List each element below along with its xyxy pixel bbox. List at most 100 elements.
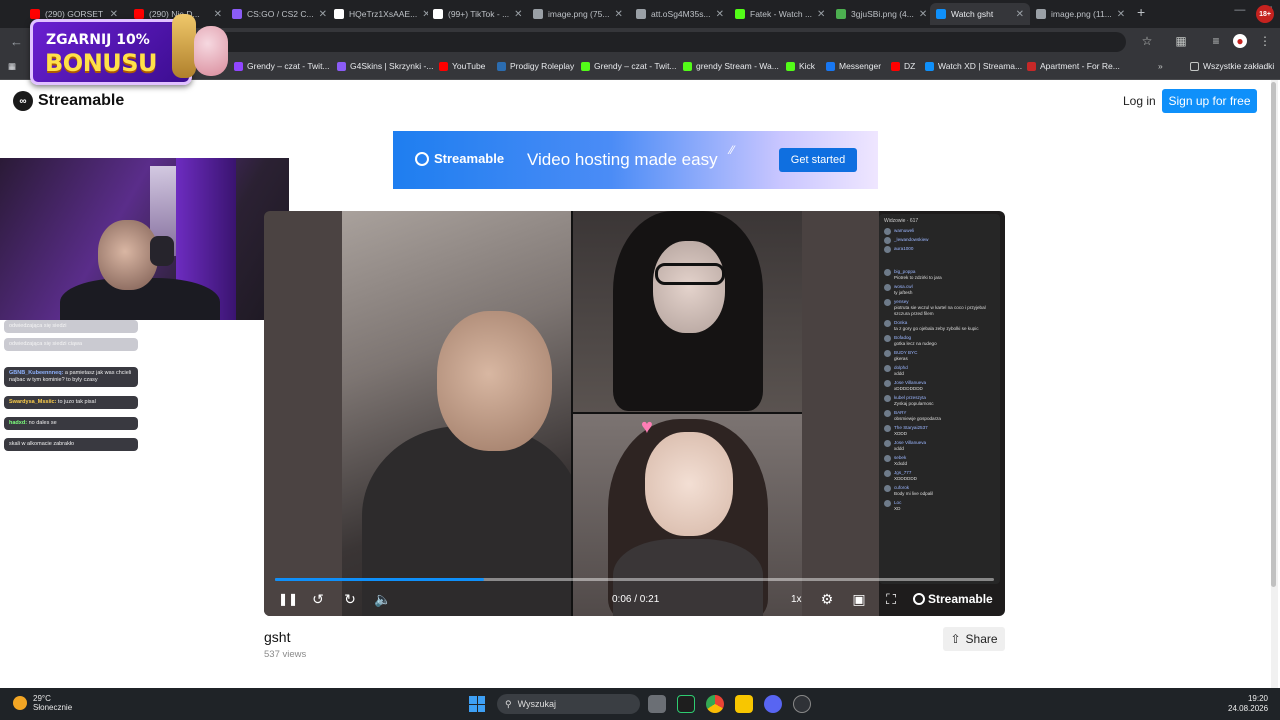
new-tab-button[interactable]: +	[1137, 4, 1145, 20]
video-letterbox-right	[802, 211, 879, 616]
video-panel-top-right	[573, 211, 802, 412]
forward-button[interactable]: ↻	[342, 591, 358, 607]
volume-button[interactable]: 🔈	[374, 591, 391, 607]
side-chat-message: wosa.cwl ty jaftesh	[884, 284, 995, 296]
bookmark-item[interactable]: G4Skins | Skrzynki -...	[337, 61, 433, 71]
playback-speed-button[interactable]: 1x	[791, 594, 802, 605]
promo-overlay[interactable]: ZGARNIJ 10% BONUSU	[30, 19, 192, 85]
extensions-icon[interactable]: ▦	[1174, 34, 1188, 48]
terminal-icon[interactable]	[677, 695, 695, 713]
settings-icon[interactable]: ⚙	[819, 591, 835, 607]
bookmark-item[interactable]: Kick	[786, 61, 815, 71]
close-icon[interactable]: ✕	[817, 9, 825, 20]
get-started-button[interactable]: Get started	[779, 148, 857, 172]
pip-icon[interactable]: ▣	[851, 591, 867, 607]
side-chat-text: gotka lecz na rudego	[894, 341, 937, 346]
bookmark-item[interactable]: DZ	[891, 61, 915, 71]
side-chat-message: BARY obsmiewje gospodarza	[884, 410, 995, 422]
bookmark-item[interactable]: Prodigy Roleplay	[497, 61, 574, 71]
login-link[interactable]: Log in	[1123, 94, 1156, 108]
side-chat-text: XDDD	[894, 431, 908, 436]
bookmark-favicon-icon	[497, 61, 506, 71]
profile-badge[interactable]: 18+	[1256, 5, 1274, 23]
streamable-logo-icon	[415, 151, 429, 166]
taskbar-clock[interactable]: 19:20 24.08.2026	[1228, 694, 1268, 714]
globe-icon	[1036, 9, 1046, 19]
progress-bar[interactable]	[275, 578, 994, 581]
sun-icon	[13, 696, 27, 710]
close-icon[interactable]: ✕	[919, 9, 927, 20]
minimize-icon[interactable]: —	[1234, 4, 1245, 16]
tab-label: CS:GO / CS2 C...	[247, 9, 314, 19]
close-icon[interactable]: ✕	[614, 9, 622, 20]
bookmark-item[interactable]: Apartment - For Re...	[1027, 61, 1120, 71]
side-chat-message: Jose Villanueva xddd	[884, 440, 995, 452]
discord-icon[interactable]	[764, 695, 782, 713]
bookmark-favicon-icon	[439, 61, 448, 71]
start-button[interactable]	[469, 696, 485, 712]
bookmark-item[interactable]: Grendy – czat - Twit...	[234, 61, 330, 71]
menu-icon[interactable]: ⋮	[1258, 34, 1272, 48]
tab[interactable]: Fatek - Watch ... ✕	[729, 3, 829, 25]
all-bookmarks[interactable]: Wszystkie zakładki	[1190, 61, 1274, 71]
share-button[interactable]: ⇧ Share	[943, 627, 1005, 651]
tab[interactable]: Watch gsht ✕	[930, 3, 1030, 25]
address-bar[interactable]	[196, 32, 1126, 52]
side-chat-message: cuforok Body mi live odpalil	[884, 485, 995, 497]
page-scrollbar[interactable]	[1271, 80, 1278, 688]
close-icon[interactable]: ✕	[1117, 9, 1125, 20]
tab[interactable]: image.png (75... ✕	[527, 3, 627, 25]
bookmark-label: DZ	[904, 61, 916, 71]
bookmark-item[interactable]: Messenger	[826, 61, 881, 71]
bookmark-label: Grendy – czat - Twit...	[247, 61, 330, 71]
weather-widget[interactable]: 29°C Słonecznie	[13, 694, 72, 712]
tab[interactable]: CS:GO / CS2 C... ✕	[226, 3, 326, 25]
tab[interactable]: 3gjuSBi.png (4... ✕	[830, 3, 930, 25]
bookmark-item[interactable]: Grendy – czat - Twit...	[581, 61, 677, 71]
chat-text: no dales se	[28, 420, 57, 426]
media-icon[interactable]: ≡	[1209, 34, 1223, 48]
close-icon[interactable]: ✕	[716, 9, 724, 20]
rewind-button[interactable]: ↺	[310, 591, 326, 607]
close-icon[interactable]: ✕	[514, 9, 522, 20]
star-icon[interactable]: ☆	[1140, 34, 1154, 48]
signup-button[interactable]: Sign up for free	[1162, 89, 1257, 113]
taskbar-search[interactable]: ⚲ Wyszukaj	[497, 694, 640, 714]
back-icon[interactable]: ←	[10, 34, 23, 49]
file-explorer-icon[interactable]	[735, 695, 753, 713]
close-icon[interactable]: ✕	[110, 9, 118, 20]
streamable-logo[interactable]: ∞ Streamable	[13, 91, 124, 111]
side-chat-text: gkeras	[894, 356, 908, 361]
clock-date: 24.08.2026	[1228, 704, 1269, 713]
app-icon[interactable]	[793, 695, 811, 713]
tab[interactable]: HQeTrz1XsAAE... ✕	[328, 3, 428, 25]
promo-banner[interactable]: Streamable Video hosting made easy ⁄⁄ Ge…	[393, 131, 878, 189]
tab-label: att.oSg4M35s...	[651, 9, 711, 19]
tab-label: 3gjuSBi.png (4...	[851, 9, 914, 19]
chrome-icon[interactable]	[706, 695, 724, 713]
image-icon	[836, 9, 846, 19]
tab[interactable]: att.oSg4M35s... ✕	[630, 3, 730, 25]
more-bookmarks-icon[interactable]: »	[1158, 61, 1163, 71]
avatar[interactable]: ●	[1233, 34, 1247, 48]
tab[interactable]: (99+) TikTok - ... ✕	[427, 3, 527, 25]
video-person-face	[437, 311, 552, 451]
fullscreen-icon[interactable]: ⛶	[883, 591, 899, 607]
bookmark-item[interactable]: Watch XD | Streama...	[925, 61, 1022, 71]
bookmark-item[interactable]: YouTube	[439, 61, 485, 71]
chat-text: skali w alkomacie zabrakło	[9, 441, 75, 447]
tab[interactable]: image.png (11... ✕	[1030, 3, 1130, 25]
side-chat-text: xddd	[894, 371, 904, 376]
bookmark-item[interactable]: grendy Stream - Wa...	[683, 61, 779, 71]
close-icon[interactable]: ✕	[1016, 9, 1024, 20]
pause-button[interactable]: ❚❚	[278, 591, 298, 607]
video-player[interactable]: ♥ Widzowie · 617 wamuweli _lewandowskiew a…	[264, 211, 1005, 616]
bookmark-favicon-icon	[925, 61, 934, 71]
close-icon[interactable]: ✕	[214, 9, 222, 20]
close-icon[interactable]: ✕	[319, 9, 326, 20]
scrollbar-thumb[interactable]	[1271, 82, 1276, 587]
side-chat-message: Bofadog gotka lecz na rudego	[884, 335, 995, 347]
player-brand[interactable]: Streamable	[913, 592, 993, 606]
task-view-icon[interactable]	[648, 695, 666, 713]
apps-icon[interactable]: ▦	[8, 61, 16, 72]
